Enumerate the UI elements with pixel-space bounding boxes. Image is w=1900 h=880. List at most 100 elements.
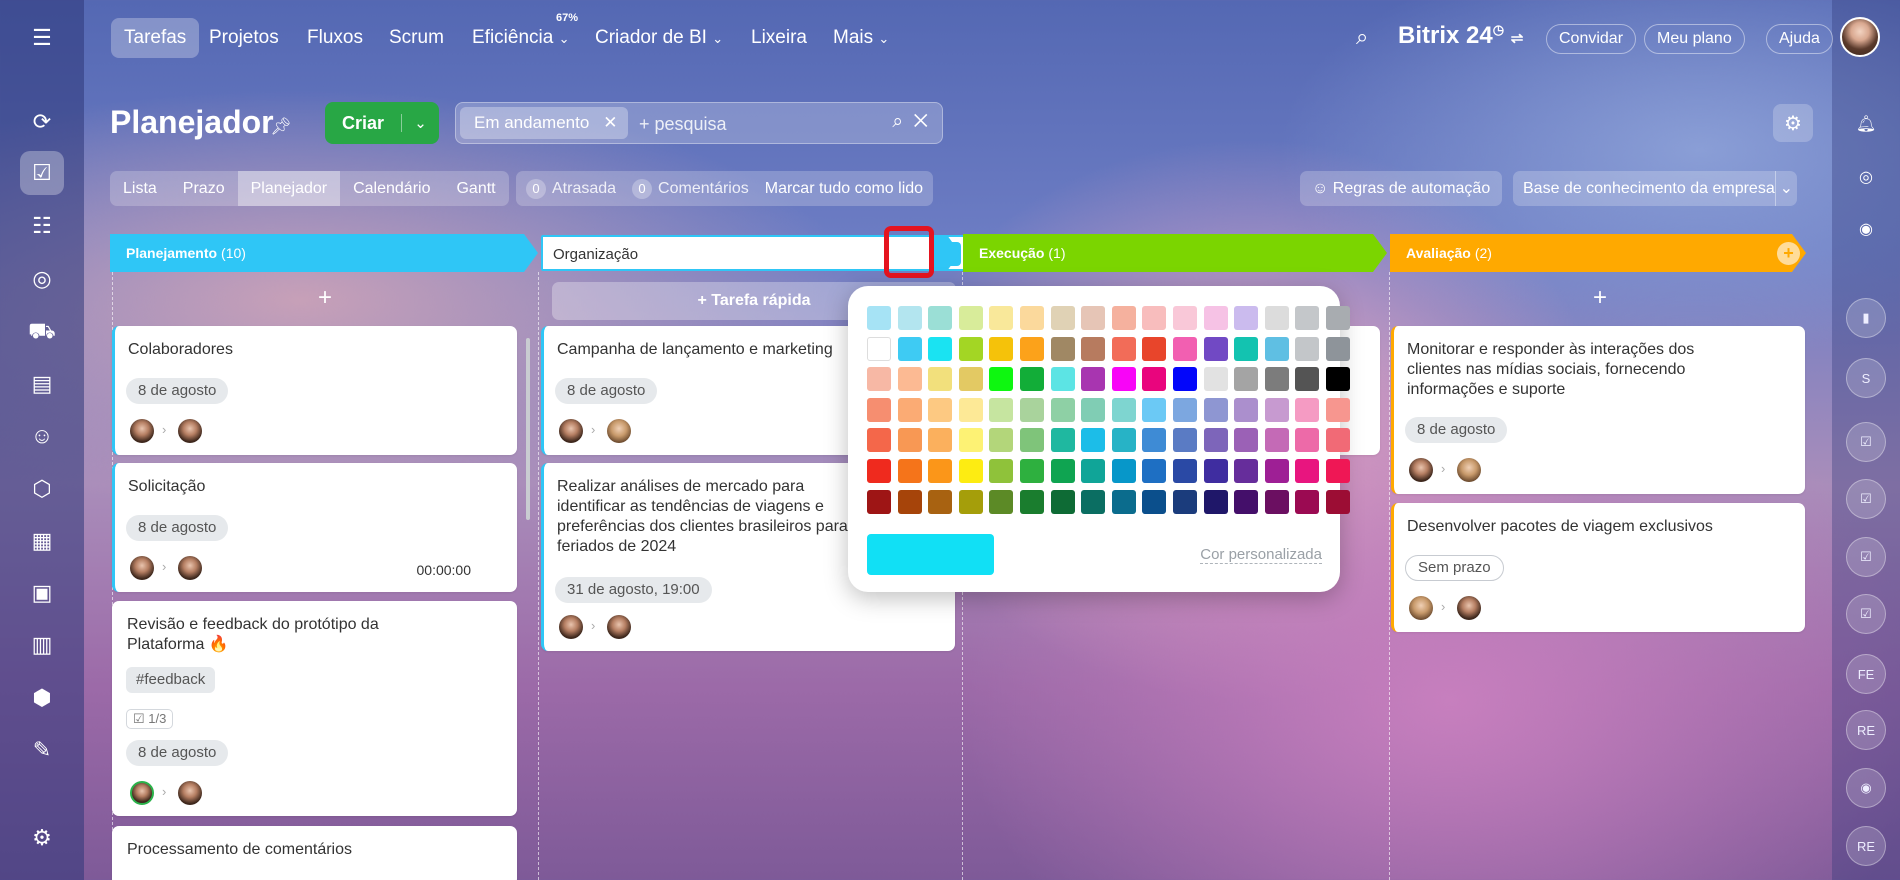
color-swatch[interactable] [928, 459, 953, 483]
chat-icon[interactable]: ◉ [1846, 209, 1886, 249]
deadline-badge[interactable]: 8 de agosto [126, 515, 229, 541]
stage-execution[interactable]: Execução (1) [963, 234, 1387, 272]
avatar[interactable] [559, 419, 583, 443]
color-swatch[interactable] [1142, 397, 1167, 422]
task-card[interactable]: Desenvolver pacotes de viagem exclusivos… [1391, 503, 1805, 632]
user-avatar[interactable] [1840, 17, 1880, 57]
color-swatch[interactable] [1020, 336, 1044, 361]
pin-icon[interactable]: 📌︎ [270, 117, 292, 137]
tag-badge[interactable]: #feedback [126, 667, 216, 693]
color-swatch[interactable] [1326, 489, 1350, 514]
add-task-icon[interactable]: + [305, 284, 345, 312]
color-swatch[interactable] [1203, 397, 1228, 422]
create-button[interactable]: Criar ⌄ [325, 102, 439, 144]
avatar[interactable] [130, 556, 154, 580]
color-swatch[interactable] [989, 397, 1014, 422]
color-swatch[interactable] [1111, 336, 1136, 361]
color-swatch[interactable] [958, 489, 983, 514]
close-icon[interactable]: ✕ [914, 111, 928, 132]
color-swatch[interactable] [1081, 336, 1106, 361]
deadline-badge[interactable]: 8 de agosto [126, 378, 229, 404]
color-swatch[interactable] [1020, 428, 1044, 453]
color-swatch[interactable] [1264, 336, 1289, 361]
filter-icon[interactable]: ☷ [20, 204, 64, 248]
color-swatch[interactable] [1020, 397, 1044, 422]
nav-trash[interactable]: Lixeira [738, 18, 820, 58]
search-bar[interactable]: Em andamento ✕ + pesquisa ⌕ ✕ [455, 102, 943, 144]
color-swatch[interactable] [989, 459, 1014, 483]
color-swatch[interactable] [1081, 489, 1106, 514]
deadline-badge[interactable]: 8 de agosto [126, 740, 229, 766]
deadline-badge[interactable]: Sem prazo [1405, 555, 1504, 581]
avatar[interactable] [178, 781, 202, 805]
analytics-icon[interactable]: ▥ [20, 623, 64, 667]
close-icon[interactable]: ✕ [603, 113, 617, 132]
comments-counter[interactable]: Comentários [658, 180, 749, 198]
color-swatch[interactable] [1295, 306, 1320, 330]
color-swatch[interactable] [867, 367, 891, 392]
nav-efficiency[interactable]: Eficiência ⌄ [459, 18, 583, 58]
add-task-icon[interactable]: + [1580, 284, 1620, 312]
color-swatch[interactable] [1173, 397, 1197, 422]
color-swatch[interactable] [928, 397, 953, 422]
task-card[interactable]: Processamento de comentários [112, 826, 517, 880]
color-swatch[interactable] [1264, 397, 1289, 422]
document-icon[interactable]: ✎ [20, 728, 64, 772]
avatar[interactable] [1409, 458, 1433, 482]
checklist-counter[interactable]: ☑ 1/3 [126, 709, 174, 729]
avatar[interactable] [607, 419, 631, 443]
color-swatch[interactable] [1173, 489, 1197, 514]
color-swatch[interactable] [1203, 428, 1228, 453]
color-swatch[interactable] [897, 428, 922, 453]
color-swatch[interactable] [1173, 428, 1197, 453]
avatar[interactable] [1409, 596, 1433, 620]
color-swatch[interactable] [1081, 306, 1106, 330]
task-card[interactable]: Monitorar e responder às interações dos … [1391, 326, 1805, 494]
color-swatch[interactable] [928, 489, 953, 514]
search-input[interactable]: + pesquisa [639, 114, 727, 135]
nav-projects[interactable]: Projetos [196, 18, 292, 58]
my-plan-button[interactable]: Meu plano [1644, 24, 1745, 54]
feed-icon[interactable]: ⟳ [20, 100, 64, 144]
avatar[interactable] [1457, 596, 1481, 620]
color-swatch[interactable] [867, 459, 891, 483]
color-swatch[interactable] [1264, 459, 1289, 483]
color-swatch[interactable] [1020, 489, 1044, 514]
color-swatch[interactable] [1050, 397, 1075, 422]
color-swatch[interactable] [897, 336, 922, 361]
color-swatch[interactable] [1050, 306, 1075, 330]
color-swatch[interactable] [1111, 459, 1136, 483]
color-swatch[interactable] [1142, 459, 1167, 483]
automation-rules-button[interactable]: ☺ Regras de automação [1300, 171, 1503, 206]
cart-icon[interactable]: ⛟ [20, 310, 64, 354]
knowledge-base-button[interactable]: Base de conhecimento da empresa ⌄ [1513, 171, 1797, 206]
color-swatch[interactable] [1234, 489, 1259, 514]
avatar[interactable] [559, 615, 583, 639]
box-icon[interactable]: ⬡ [20, 467, 64, 511]
mark-all-read-button[interactable]: Marcar tudo como lido [765, 180, 923, 198]
color-swatch[interactable] [1050, 489, 1075, 514]
target-icon[interactable]: ◎ [20, 257, 64, 301]
column-scrollbar[interactable] [526, 338, 530, 520]
color-swatch[interactable] [1264, 489, 1289, 514]
avatar[interactable]: S [1846, 358, 1886, 398]
color-swatch[interactable] [1326, 459, 1350, 483]
color-swatch[interactable] [1264, 306, 1289, 330]
nav-scrum[interactable]: Scrum [376, 18, 457, 58]
tab-calendar[interactable]: Calendário [340, 171, 443, 206]
color-swatch[interactable] [1020, 367, 1044, 392]
color-swatch[interactable] [989, 336, 1014, 361]
color-swatch[interactable] [1295, 459, 1320, 483]
tab-deadline[interactable]: Prazo [170, 171, 238, 206]
stage-evaluation[interactable]: Avaliação (2) [1390, 234, 1806, 272]
color-swatch[interactable] [1142, 336, 1167, 361]
avatar[interactable] [1457, 458, 1481, 482]
nav-bi-builder[interactable]: Criador de BI ⌄ [582, 18, 736, 58]
task-check-icon[interactable]: ☑ [1846, 594, 1886, 634]
custom-color-link[interactable]: Cor personalizada [1200, 546, 1322, 564]
deadline-badge[interactable]: 8 de agosto [555, 378, 658, 404]
chevron-down-icon[interactable]: ⌄ [1774, 171, 1797, 206]
color-swatch[interactable] [867, 397, 891, 422]
color-swatch[interactable] [867, 428, 891, 453]
color-swatch[interactable] [1173, 459, 1197, 483]
